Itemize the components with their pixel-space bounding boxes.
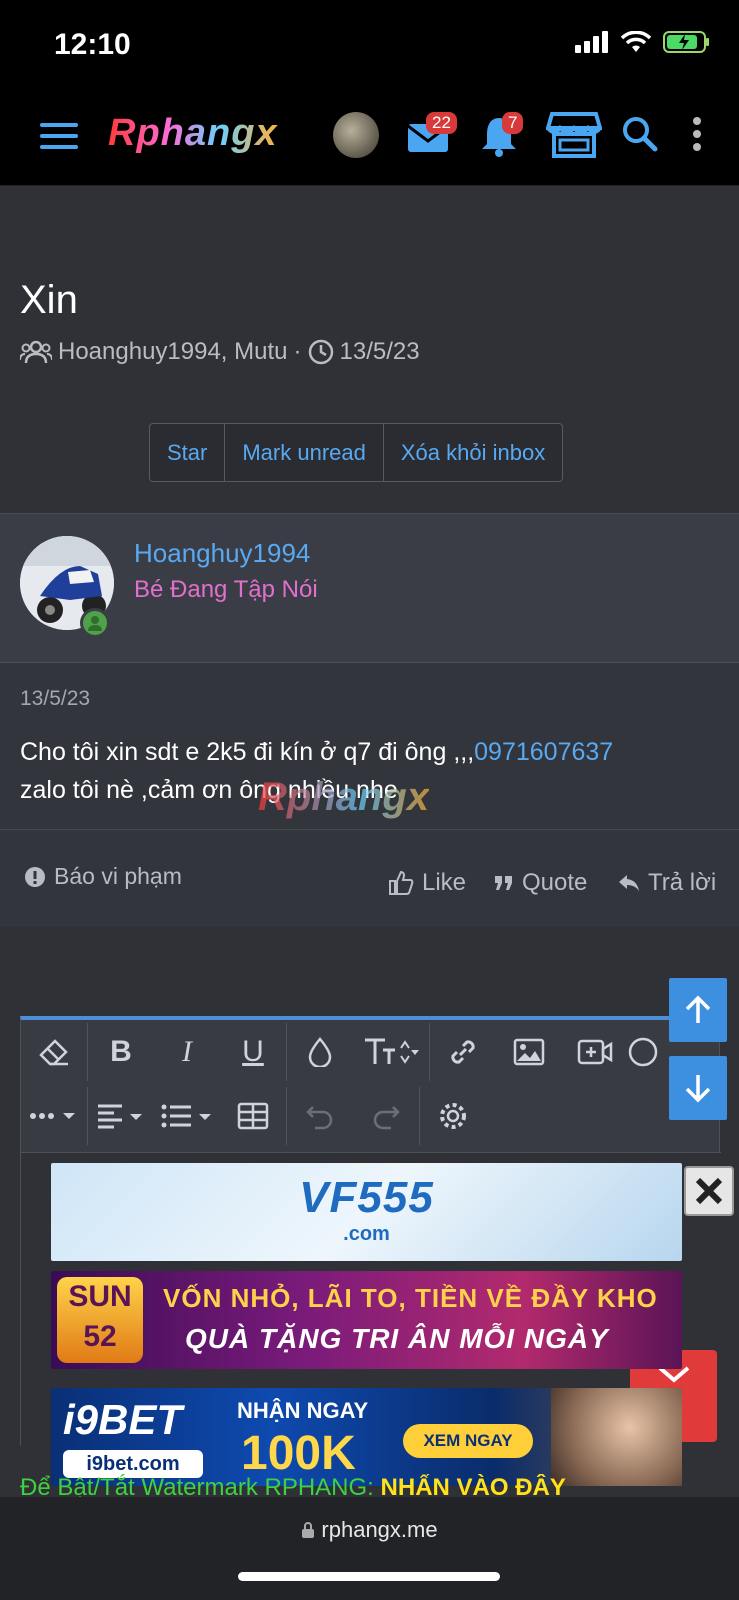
inbox-button[interactable]: 22 — [406, 112, 457, 159]
scroll-top-button[interactable] — [669, 978, 727, 1042]
status-bar: 12:10 — [0, 0, 739, 90]
alert-circle-icon — [25, 866, 45, 887]
ad3-amount: 100K — [241, 1427, 356, 1480]
like-label: Like — [422, 869, 467, 896]
redo-icon[interactable] — [353, 1084, 419, 1148]
phone-link[interactable]: 0971607637 — [474, 738, 613, 766]
underline-icon[interactable]: U — [220, 1020, 286, 1084]
app-header: Rphangx 22 7 — [0, 90, 739, 186]
video-icon[interactable] — [562, 1020, 628, 1084]
undo-icon[interactable] — [287, 1084, 353, 1148]
thread-meta: Hoanghuy1994, Mutu · 13/5/23 — [20, 338, 420, 366]
arrow-down-icon — [685, 1075, 711, 1103]
close-icon — [695, 1177, 723, 1205]
thread-actions: Star Mark unread Xóa khỏi inbox — [149, 423, 564, 482]
mark-unread-button[interactable]: Mark unread — [225, 424, 384, 481]
online-status-icon — [80, 608, 110, 638]
author-username[interactable]: Hoanghuy1994 — [134, 538, 310, 569]
italic-icon[interactable]: I — [154, 1020, 220, 1084]
emoji-icon[interactable] — [628, 1020, 668, 1084]
bold-icon[interactable]: B — [88, 1020, 154, 1084]
ad2-line2: QUÀ TẶNG TRI ÂN MỖI NGÀY — [185, 1323, 609, 1354]
editor-toolbar-row-1: B I U — [21, 1020, 721, 1084]
hamburger-menu-icon[interactable] — [40, 123, 78, 149]
report-button[interactable]: Báo vi phạm — [24, 863, 182, 890]
thumbs-up-icon — [389, 870, 414, 895]
inbox-badge: 22 — [426, 112, 457, 134]
status-icons — [575, 30, 711, 54]
lock-icon — [302, 1522, 315, 1538]
ad3-line1: NHẬN NGAY — [237, 1398, 369, 1423]
reply-icon — [619, 875, 639, 891]
align-icon[interactable] — [88, 1084, 154, 1148]
reply-label: Trả lời — [648, 869, 717, 896]
store-icon[interactable] — [546, 110, 602, 160]
divider — [0, 829, 739, 830]
ad1-brand: VF555 — [299, 1173, 434, 1222]
ad-banner-vf555[interactable]: VF555 .com — [51, 1163, 682, 1261]
table-icon[interactable] — [220, 1084, 286, 1148]
ad2-logo: SUN 52 — [57, 1277, 143, 1363]
quote-label: Quote — [522, 869, 588, 896]
eraser-icon[interactable] — [21, 1020, 87, 1084]
ad2-line1: VỐN NHỎ, LÃI TO, TIỀN VỀ ĐẦY KHO — [163, 1283, 658, 1313]
browser-url-bar[interactable]: rphangx.me — [0, 1497, 739, 1600]
url-display[interactable]: rphangx.me — [0, 1517, 739, 1543]
battery-icon — [663, 31, 709, 53]
report-label: Báo vi phạm — [54, 863, 182, 889]
font-size-icon[interactable] — [353, 1020, 429, 1084]
quote-button[interactable]: Quote — [494, 869, 587, 897]
thread-date: 13/5/23 — [339, 338, 420, 365]
message-header: Hoanghuy1994 Bé Đang Tập Nói — [0, 513, 739, 663]
wifi-icon — [621, 31, 651, 52]
remove-from-inbox-button[interactable]: Xóa khỏi inbox — [384, 424, 562, 481]
star-button[interactable]: Star — [150, 424, 226, 481]
meta-separator: · — [293, 338, 302, 365]
reply-button[interactable]: Trả lời — [618, 869, 716, 897]
ad-banner-i9bet[interactable]: i9BET i9bet.com NHẬN NGAY 100K XEM NGAY — [51, 1388, 682, 1486]
list-icon[interactable] — [154, 1084, 220, 1148]
alerts-button[interactable]: 7 — [478, 112, 524, 163]
settings-icon[interactable] — [420, 1084, 486, 1148]
ad3-cta-button[interactable]: XEM NGAY — [403, 1424, 533, 1458]
participants[interactable]: Hoanghuy1994, Mutu — [58, 338, 288, 366]
signal-icon — [575, 31, 608, 53]
clock-icon — [308, 339, 333, 365]
link-icon[interactable] — [430, 1020, 496, 1084]
site-logo[interactable]: Rphangx — [108, 112, 278, 155]
users-icon — [20, 340, 52, 364]
ad3-brand: i9BET — [63, 1396, 183, 1443]
image-watermark: Rphangx — [258, 775, 430, 819]
ad1-domain: .com — [343, 1223, 390, 1245]
ad-close-button[interactable] — [684, 1166, 734, 1216]
image-icon[interactable] — [496, 1020, 562, 1084]
author-rank: Bé Đang Tập Nói — [134, 576, 318, 603]
arrow-up-icon — [685, 995, 711, 1023]
editor-toolbar-row-2 — [21, 1084, 721, 1148]
scroll-bottom-button[interactable] — [669, 1056, 727, 1120]
more-tools-icon[interactable] — [21, 1084, 87, 1148]
search-icon[interactable] — [622, 116, 658, 152]
page-title: Xin — [20, 278, 78, 322]
alerts-badge: 7 — [502, 112, 524, 134]
message-date[interactable]: 13/5/23 — [20, 687, 90, 711]
like-button[interactable]: Like — [388, 869, 466, 897]
home-indicator[interactable] — [238, 1572, 500, 1581]
ad-banner-sun52[interactable]: SUN 52 VỐN NHỎ, LÃI TO, TIỀN VỀ ĐẦY KHO … — [51, 1271, 682, 1369]
ad3-photo — [551, 1388, 682, 1486]
more-options-icon[interactable] — [692, 116, 702, 152]
user-avatar[interactable] — [333, 112, 379, 158]
text-color-icon[interactable] — [287, 1020, 353, 1084]
message-text-part1: Cho tôi xin sdt e 2k5 đi kín ở q7 đi ông… — [20, 738, 475, 766]
status-time: 12:10 — [54, 28, 131, 61]
quote-icon — [495, 876, 512, 890]
url-text: rphangx.me — [321, 1517, 438, 1542]
message-body: 13/5/23 Cho tôi xin sdt e 2k5 đi kín ở q… — [0, 663, 739, 927]
